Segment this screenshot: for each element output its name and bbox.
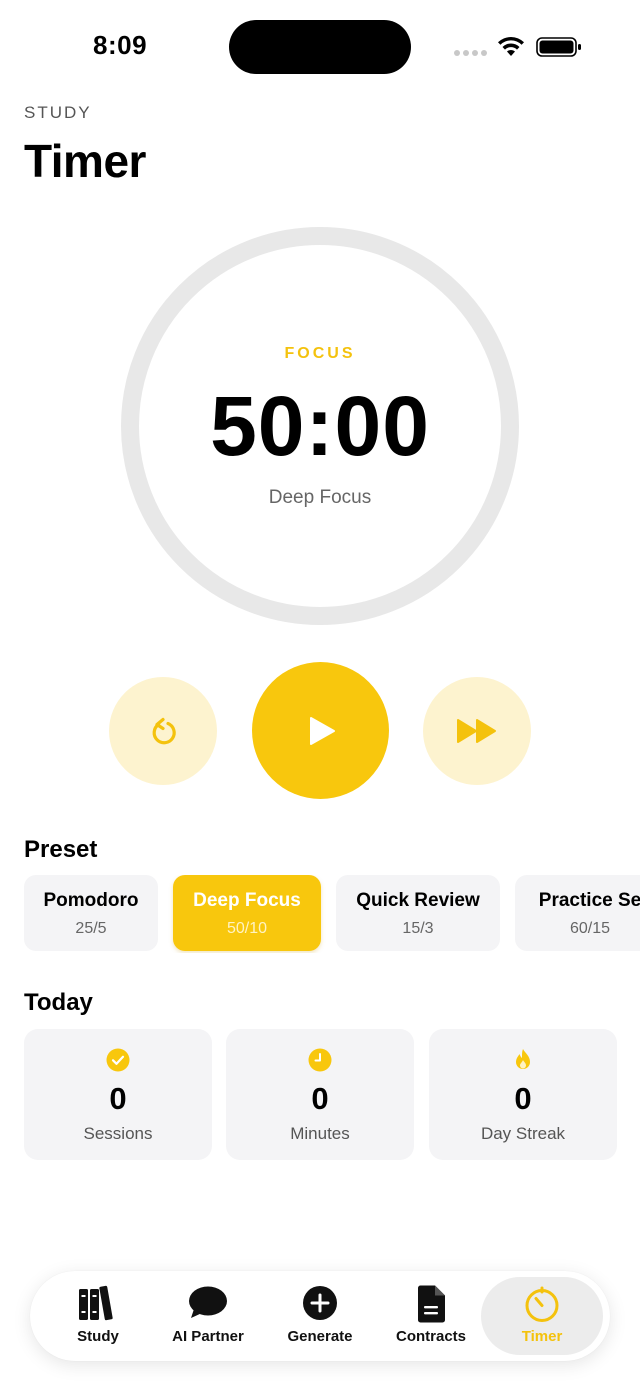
tab-generate[interactable]: Generate [264,1271,376,1361]
stat-label: Minutes [290,1124,350,1143]
stat-value: 0 [514,1081,532,1116]
preset-name: Quick Review [356,890,480,911]
page-title: Timer [24,135,146,187]
play-button[interactable] [252,662,389,799]
chat-bubble-icon [189,1286,227,1318]
tab-label: Contracts [395,1328,466,1345]
reset-button[interactable] [109,677,217,785]
timer-icon [525,1286,559,1322]
preset-list: Pomodoro 25/5 Deep Focus 50/10 Quick Rev… [24,875,640,953]
timer-preset-name: Deep Focus [268,487,372,508]
preset-name: Practice Se [538,890,640,911]
wifi-icon [498,36,524,56]
preset-section-title: Preset [24,836,98,863]
stat-card-day-streak: 0 Day Streak [429,1029,617,1160]
stat-card-sessions: 0 Sessions [24,1029,212,1160]
preset-card-practice[interactable]: Practice Se 60/15 [515,875,640,951]
preset-value: 50/10 [226,920,268,937]
tab-contracts[interactable]: Contracts [375,1271,487,1361]
stat-value: 0 [109,1081,127,1116]
preset-card-pomodoro[interactable]: Pomodoro 25/5 [24,875,158,951]
status-time: 8:09 [93,30,148,60]
stat-card-minutes: 0 Minutes [226,1029,414,1160]
timer-phase-label: FOCUS [284,345,356,362]
clock-icon [308,1048,332,1072]
preset-value: 60/15 [569,920,611,937]
preset-value: 15/3 [402,920,434,937]
checkmark-circle-icon [106,1048,130,1072]
timer-countdown: 50:00 [210,379,430,473]
tab-label: Timer [521,1328,563,1345]
fast-forward-icon [457,719,496,743]
preset-name: Pomodoro [43,890,139,911]
preset-card-deep-focus[interactable]: Deep Focus 50/10 [173,875,321,951]
tab-ai-partner[interactable]: AI Partner [152,1271,264,1361]
section-eyebrow: STUDY [24,103,92,122]
books-icon [79,1285,113,1321]
play-icon [309,716,335,745]
preset-value: 25/5 [75,920,107,937]
plus-circle-icon [303,1286,337,1320]
reset-icon [152,717,176,745]
tab-label: Generate [287,1328,353,1345]
stat-value: 0 [311,1081,329,1116]
stat-label: Sessions [83,1124,153,1143]
document-icon [418,1285,445,1323]
stat-label: Day Streak [480,1124,566,1143]
skip-forward-button[interactable] [423,677,531,785]
preset-card-quick-review[interactable]: Quick Review 15/3 [336,875,500,951]
flame-icon [516,1049,530,1069]
dynamic-island [229,20,411,74]
tab-label: Study [77,1328,119,1345]
status-bar: 8:09 [0,0,640,95]
tab-study[interactable]: Study [42,1271,154,1361]
today-section-title: Today [24,989,93,1016]
tab-timer[interactable]: Timer [486,1271,598,1361]
tab-label: AI Partner [172,1328,244,1345]
battery-icon [536,37,581,57]
tab-bar: Study AI Partner Generate Contracts Time… [30,1271,610,1361]
preset-name: Deep Focus [193,890,301,911]
cellular-signal-icon [454,50,487,56]
